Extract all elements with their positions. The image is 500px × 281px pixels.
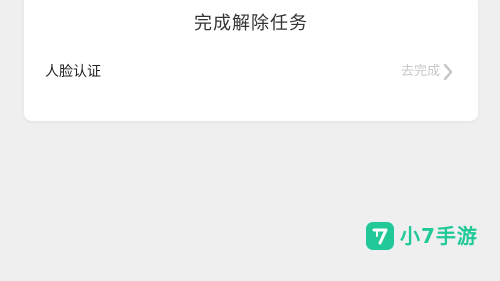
watermark-logo: 小7手游 (366, 222, 478, 250)
card-title: 完成解除任务 (194, 13, 308, 34)
xiao7-logo-icon (366, 222, 394, 250)
go-complete-label: 去完成 (400, 64, 440, 79)
task-name: 人脸认证 (45, 64, 101, 80)
chevron-right-icon (443, 63, 453, 81)
task-row-face-verification[interactable]: 人脸认证 去完成 (24, 56, 478, 88)
task-card: 完成解除任务 人脸认证 去完成 (24, 0, 478, 121)
watermark-text: 小7手游 (400, 224, 478, 248)
go-complete-button[interactable]: 去完成 (401, 62, 454, 82)
